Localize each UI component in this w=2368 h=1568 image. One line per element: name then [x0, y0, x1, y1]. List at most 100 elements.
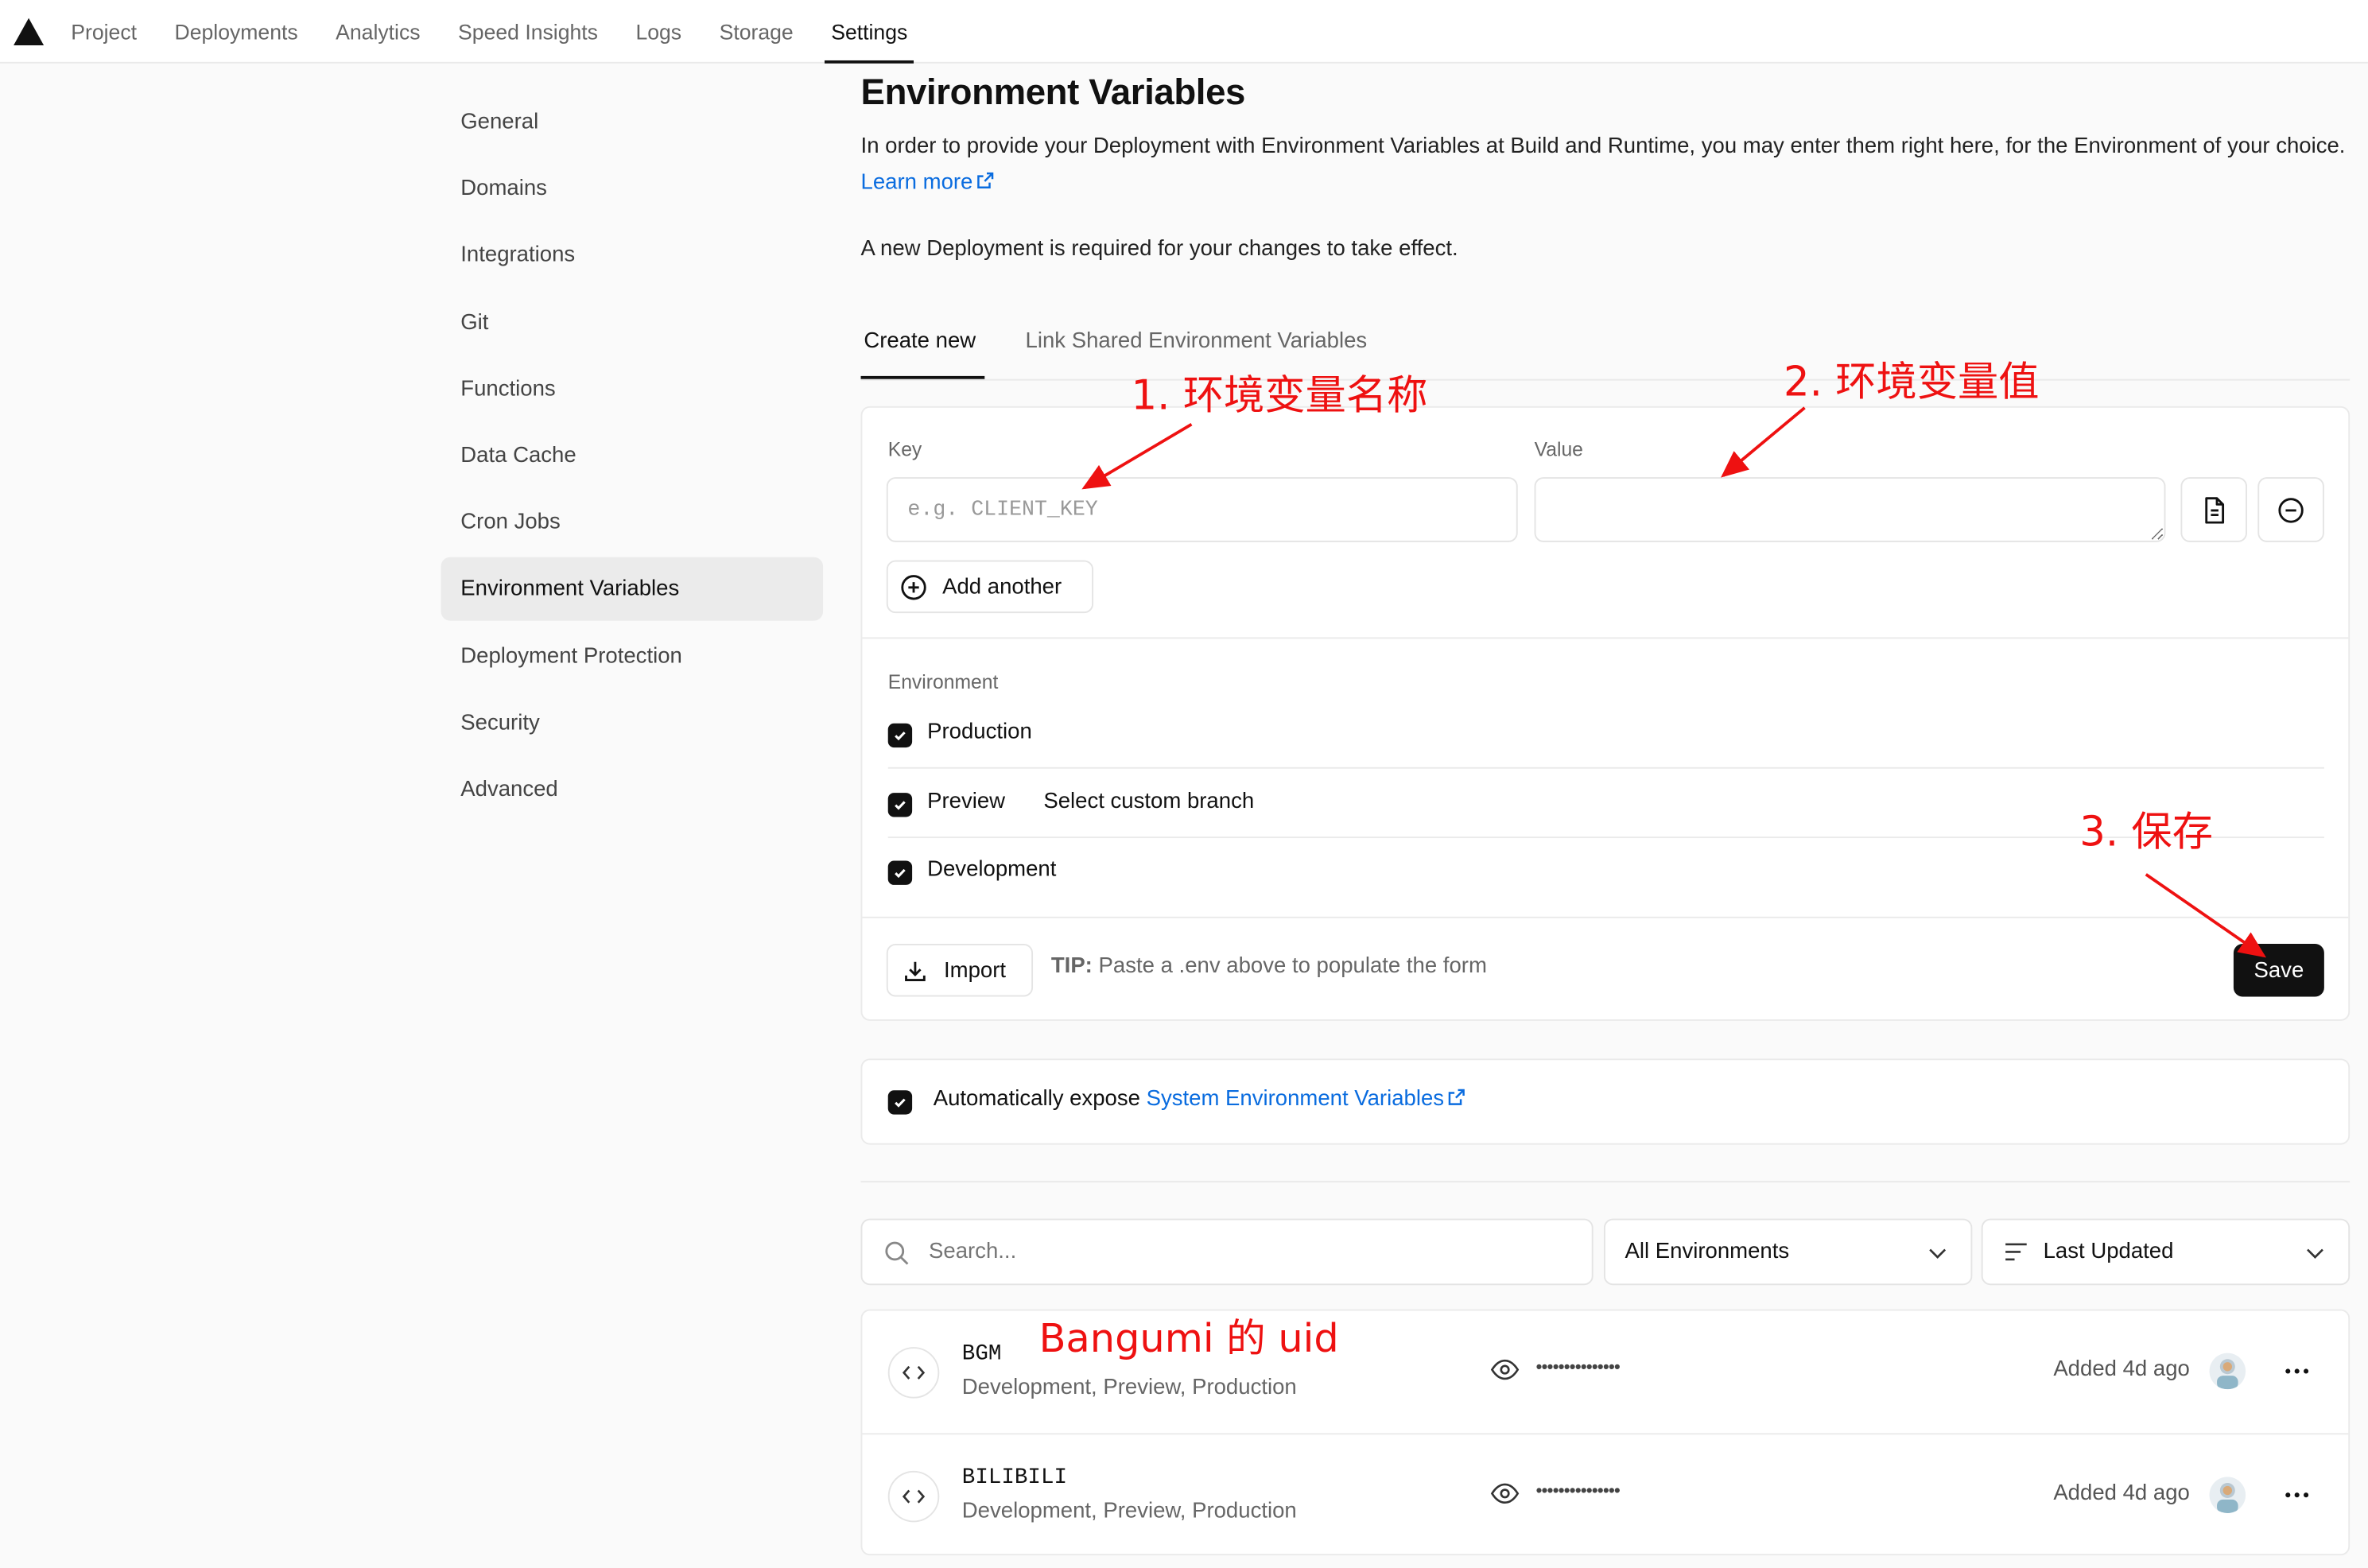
learn-more-link[interactable]: Learn more — [861, 170, 996, 194]
sidebar-item-integrations[interactable]: Integrations — [441, 224, 823, 288]
app-root: Project Deployments Analytics Speed Insi… — [0, 0, 2368, 1566]
env-divider — [887, 767, 2324, 769]
tab-create-new[interactable]: Create new — [864, 329, 976, 353]
main-content: Environment Variables In order to provid… — [860, 72, 2351, 1556]
sort-value: Last Updated — [2043, 1240, 2174, 1264]
preview-label: Preview — [927, 790, 1006, 814]
table-row[interactable]: BILIBILI Development, Preview, Productio… — [862, 1433, 2349, 1555]
expose-text: Automatically expose System Environment … — [933, 1087, 1467, 1112]
variable-name: BGM — [961, 1342, 1002, 1367]
check-icon — [895, 868, 906, 879]
plus-circle-icon — [901, 574, 926, 600]
form-divider — [862, 637, 2349, 639]
save-button[interactable]: Save — [2233, 944, 2324, 997]
sidebar-item-cron-jobs[interactable]: Cron Jobs — [441, 491, 823, 554]
settings-sidebar: General Domains Integrations Git Functio… — [441, 91, 824, 825]
development-label: Development — [927, 857, 1057, 883]
learn-more-label: Learn more — [860, 169, 973, 195]
select-custom-branch-link[interactable]: Select custom branch — [1043, 790, 1254, 813]
tip-prefix: TIP: — [1050, 954, 1093, 979]
tab-link-shared[interactable]: Link Shared Environment Variables — [1026, 329, 1368, 353]
environment-filter-value: All Environments — [1625, 1240, 1790, 1264]
sort-lines-icon — [2005, 1243, 2027, 1261]
expose-checkbox[interactable] — [887, 1090, 913, 1115]
value-textarea[interactable] — [1534, 477, 2166, 542]
nav-deployments[interactable]: Deployments — [175, 0, 298, 63]
external-link-icon — [977, 171, 994, 188]
sidebar-item-environment-variables[interactable]: Environment Variables — [441, 557, 824, 622]
nav-settings[interactable]: Settings — [825, 0, 914, 63]
page-description: In order to provide your Deployment with… — [861, 130, 2351, 200]
nav-project[interactable]: Project — [71, 0, 137, 63]
development-checkbox[interactable] — [887, 860, 913, 885]
file-upload-button[interactable] — [2180, 477, 2248, 542]
avatar — [2209, 1477, 2246, 1513]
import-label: Import — [944, 958, 1007, 983]
chevron-down-icon — [2307, 1248, 2323, 1259]
production-checkbox[interactable] — [887, 723, 913, 748]
check-icon — [895, 801, 906, 810]
sort-select[interactable]: Last Updated — [1981, 1218, 2351, 1286]
key-input[interactable] — [886, 477, 1518, 542]
sidebar-item-general[interactable]: General — [441, 91, 823, 154]
sidebar-item-functions[interactable]: Functions — [441, 358, 823, 421]
minus-circle-icon — [2278, 497, 2304, 522]
more-options-icon[interactable] — [2282, 1356, 2312, 1386]
more-options-icon[interactable] — [2282, 1480, 2312, 1510]
masked-value: ••••••••••••••• — [1535, 1356, 1620, 1378]
expose-label: Automatically expose — [933, 1087, 1140, 1112]
download-icon — [905, 961, 926, 981]
vercel-logo-icon[interactable] — [12, 16, 45, 46]
system-env-vars-link[interactable]: System Environment Variables — [1146, 1087, 1467, 1112]
external-link-icon — [1449, 1089, 1465, 1105]
search-input[interactable] — [929, 1232, 1563, 1272]
page-title: Environment Variables — [860, 72, 1246, 114]
environment-label: Environment — [887, 670, 999, 693]
annotation-value-note: 2. 环境变量值 — [1783, 359, 2040, 406]
variable-name: BILIBILI — [961, 1466, 1068, 1491]
chevron-down-icon — [1929, 1248, 1947, 1259]
check-icon — [895, 1098, 906, 1108]
variable-environments: Development, Preview, Production — [961, 1499, 1297, 1524]
remove-row-button[interactable] — [2257, 477, 2324, 542]
top-nav: Project Deployments Analytics Speed Insi… — [0, 0, 2368, 64]
code-brackets-icon — [887, 1470, 940, 1523]
check-icon — [895, 732, 906, 741]
document-icon — [2205, 496, 2225, 523]
eye-icon[interactable] — [1490, 1359, 1520, 1380]
nav-storage[interactable]: Storage — [720, 0, 794, 63]
added-time: Added 4d ago — [2053, 1357, 2190, 1382]
sidebar-item-data-cache[interactable]: Data Cache — [441, 425, 823, 488]
annotation-key-note: 1. 环境变量名称 — [1131, 373, 1428, 420]
import-button[interactable]: Import — [886, 944, 1034, 997]
deployment-note: A new Deployment is required for your ch… — [860, 237, 1458, 262]
avatar — [2209, 1353, 2246, 1390]
value-label: Value — [1534, 437, 1583, 461]
tip-text: TIP: Paste a .env above to populate the … — [1051, 954, 1487, 978]
sidebar-item-security[interactable]: Security — [441, 691, 823, 755]
nav-analytics[interactable]: Analytics — [336, 0, 420, 63]
search-icon — [885, 1241, 909, 1265]
variable-environments: Development, Preview, Production — [961, 1376, 1297, 1400]
sidebar-item-advanced[interactable]: Advanced — [441, 758, 823, 821]
sidebar-item-git[interactable]: Git — [441, 291, 823, 355]
tip-body: Paste a .env above to populate the form — [1098, 954, 1487, 979]
added-time: Added 4d ago — [2053, 1481, 2190, 1506]
eye-icon[interactable] — [1490, 1483, 1520, 1504]
create-env-card: Key Value Add another Environment Produc… — [860, 406, 2351, 1021]
search-box — [860, 1218, 1594, 1286]
nav-logs[interactable]: Logs — [635, 0, 681, 63]
description-text: In order to provide your Deployment with… — [860, 134, 2346, 159]
key-label: Key — [887, 437, 922, 461]
code-brackets-icon — [887, 1347, 940, 1399]
preview-checkbox[interactable] — [887, 793, 913, 817]
sidebar-item-deployment-protection[interactable]: Deployment Protection — [441, 624, 823, 688]
system-env-vars-label: System Environment Variables — [1146, 1087, 1445, 1112]
section-divider — [860, 1181, 2351, 1183]
add-another-button[interactable]: Add another — [886, 560, 1094, 614]
nav-speed-insights[interactable]: Speed Insights — [458, 0, 598, 63]
sidebar-item-domains[interactable]: Domains — [441, 157, 823, 221]
annotation-bgm-note: Bangumi 的 uid — [1038, 1317, 1339, 1363]
environment-filter-select[interactable]: All Environments — [1603, 1218, 1973, 1286]
add-another-label: Add another — [942, 574, 1062, 600]
